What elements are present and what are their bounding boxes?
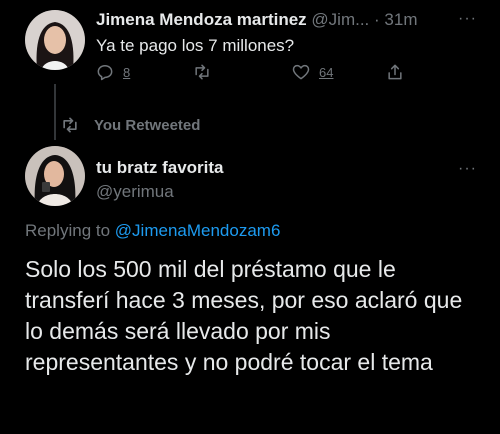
- timestamp[interactable]: 31m: [384, 10, 417, 29]
- tweet2-name: tu bratz favorita: [96, 158, 224, 178]
- avatar-jimena[interactable]: [25, 10, 85, 70]
- like-button[interactable]: 64: [291, 62, 333, 82]
- tweet-actions: 8 64: [95, 62, 415, 86]
- like-count: 64: [319, 64, 334, 80]
- heart-icon: [292, 64, 310, 80]
- reply-icon: [97, 65, 113, 81]
- replying-to-label: Replying to: [25, 221, 111, 240]
- retweet-banner-label: You Retweeted: [94, 116, 201, 134]
- retweet-banner: You Retweeted: [60, 115, 200, 135]
- display-name[interactable]: tu bratz favorita: [96, 158, 224, 177]
- profile-photo-icon: [25, 146, 85, 206]
- tweet1-header: Jimena Mendoza martinez @Jim... · 31m: [96, 10, 418, 30]
- profile-photo-icon: [25, 10, 85, 70]
- separator-dot: ·: [374, 10, 380, 29]
- reply-button[interactable]: 8: [95, 62, 130, 82]
- handle[interactable]: @Jim...: [311, 10, 369, 29]
- thread-connector-line: [54, 84, 56, 140]
- mention-link[interactable]: @JimenaMendozam6: [115, 221, 281, 240]
- handle[interactable]: @yerimua: [96, 182, 174, 201]
- replying-to: Replying to @JimenaMendozam6: [25, 221, 280, 241]
- more-options-icon[interactable]: ···: [458, 11, 477, 27]
- retweet-icon: [195, 64, 209, 80]
- display-name[interactable]: Jimena Mendoza martinez: [96, 10, 307, 29]
- tweet2-handle-row: @yerimua: [96, 182, 174, 202]
- more-options-icon[interactable]: ···: [458, 161, 477, 177]
- share-button[interactable]: [385, 62, 405, 82]
- reply-count: 8: [123, 64, 131, 80]
- retweet-icon: [63, 117, 77, 133]
- tweet-text: Ya te pago los 7 millones?: [96, 36, 295, 55]
- retweet-button[interactable]: [192, 62, 212, 82]
- share-icon: [388, 64, 402, 80]
- tweet-text: Solo los 500 mil del préstamo que le tra…: [25, 256, 463, 375]
- avatar-yerimua[interactable]: [25, 146, 85, 206]
